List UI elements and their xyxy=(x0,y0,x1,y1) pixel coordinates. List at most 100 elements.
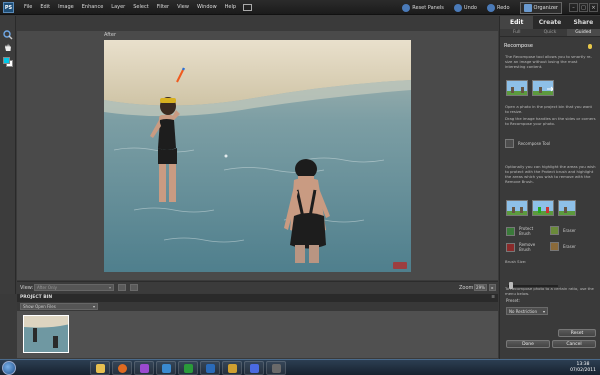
taskbar-explorer[interactable] xyxy=(90,361,110,375)
done-button[interactable]: Done xyxy=(506,340,550,348)
folder-icon xyxy=(96,364,105,373)
view-select[interactable]: After Only ▾ xyxy=(34,284,114,291)
menu-help[interactable]: Help xyxy=(221,0,240,15)
main-menu: File Edit Image Enhance Layer Select Fil… xyxy=(20,0,255,15)
brush-example-2 xyxy=(532,200,554,216)
protect-eraser-label: Eraser xyxy=(563,228,576,233)
brush-example-3 xyxy=(558,200,576,216)
project-bin-toolbar: Show Open Files ▾ xyxy=(17,302,498,311)
menu-enhance[interactable]: Enhance xyxy=(78,0,108,15)
photo-canvas[interactable] xyxy=(104,40,411,272)
photo-thumbnail[interactable] xyxy=(23,315,69,353)
bin-filter-select[interactable]: Show Open Files ▾ xyxy=(20,303,98,310)
ratio-text: To Recompose photo to a certain ratio, u… xyxy=(505,286,594,296)
example-before-image xyxy=(506,80,528,96)
start-button[interactable] xyxy=(2,361,16,375)
hand-tool-icon[interactable] xyxy=(3,42,13,52)
preset-select[interactable]: No Restriction ▾ xyxy=(506,307,548,315)
layout-grid-icon[interactable] xyxy=(243,4,253,11)
menu-file[interactable]: File xyxy=(20,0,36,15)
organizer-label: Organizer xyxy=(533,4,558,11)
menu-image[interactable]: Image xyxy=(54,0,78,15)
reset-panels-button[interactable]: Reset Panels xyxy=(402,3,444,12)
collapse-icon[interactable]: ≡ xyxy=(491,295,495,300)
menu-select[interactable]: Select xyxy=(129,0,152,15)
view-label: View: xyxy=(20,285,34,291)
app-icon xyxy=(140,364,149,373)
app-icon xyxy=(228,364,237,373)
zoom-tool-icon[interactable] xyxy=(3,30,13,40)
window-controls: – □ × xyxy=(568,3,598,12)
clock-date: 07/02/2011 xyxy=(570,368,596,373)
right-panel: Edit Create Share Full Quick Guided Reco… xyxy=(499,16,600,359)
step3-text: Optionally you can highlight the areas y… xyxy=(505,164,596,184)
app-logo: PS xyxy=(3,2,14,13)
subtab-quick[interactable]: Quick xyxy=(533,29,566,36)
tab-create[interactable]: Create xyxy=(533,16,566,29)
taskbar-app-3[interactable] xyxy=(134,361,154,375)
edit-subtabs: Full Quick Guided xyxy=(500,29,600,37)
brush-example-1 xyxy=(506,200,528,216)
remove-eraser-button[interactable]: Eraser xyxy=(550,242,576,251)
redo-label: Redo xyxy=(496,4,510,11)
zoom-stepper[interactable]: ▸ xyxy=(489,284,496,291)
firefox-icon xyxy=(118,364,127,373)
system-clock[interactable]: 13:38 07/02/2011 xyxy=(570,362,596,374)
remove-brush-button[interactable]: Remove Brush xyxy=(506,242,545,252)
intro-text: The Recompose tool allows you to smartly… xyxy=(505,54,592,69)
panel-tabs: Edit Create Share xyxy=(500,16,600,29)
menu-edit[interactable]: Edit xyxy=(36,0,54,15)
app-icon xyxy=(272,364,281,373)
lightbulb-icon[interactable] xyxy=(588,44,592,49)
recompose-tool-label: Recompose Tool xyxy=(518,141,551,146)
eraser-icon xyxy=(550,242,559,251)
toolbox xyxy=(0,16,16,294)
reset-button[interactable]: Reset xyxy=(558,329,596,337)
step1-text: Open a photo in the project bin that you… xyxy=(505,104,593,114)
undo-icon xyxy=(453,3,462,12)
subtab-guided[interactable]: Guided xyxy=(566,29,600,36)
maximize-icon[interactable]: □ xyxy=(579,3,588,12)
brush-example-1-art xyxy=(507,201,527,215)
taskbar-app-7[interactable] xyxy=(222,361,242,375)
chevron-down-icon: ▾ xyxy=(542,309,545,314)
taskbar-photoshop[interactable] xyxy=(200,361,220,375)
app-icon xyxy=(250,364,259,373)
menu-layer[interactable]: Layer xyxy=(107,0,129,15)
taskbar-app-8[interactable] xyxy=(244,361,264,375)
tab-edit[interactable]: Edit xyxy=(500,16,534,29)
foreground-color-swatch[interactable] xyxy=(3,57,10,64)
tab-share[interactable]: Share xyxy=(567,16,600,29)
close-icon[interactable]: × xyxy=(589,3,598,12)
image-handle[interactable] xyxy=(393,262,407,269)
protect-brush-button[interactable]: Protect Brush xyxy=(506,226,545,236)
photoshop-icon xyxy=(206,364,215,373)
rotate-left-button[interactable] xyxy=(118,284,126,291)
color-swatches[interactable] xyxy=(3,56,13,68)
app-icon xyxy=(184,364,193,373)
zoom-input[interactable]: 29% xyxy=(474,284,487,291)
recompose-tool-row[interactable]: Recompose Tool xyxy=(505,139,550,148)
redo-button[interactable]: Redo xyxy=(486,3,510,12)
project-bin-title: PROJECT BIN xyxy=(20,295,53,300)
preset-select-value: No Restriction xyxy=(509,309,538,314)
app-icon xyxy=(162,364,171,373)
panel-title: Recompose xyxy=(504,43,533,49)
taskbar-firefox[interactable] xyxy=(112,361,132,375)
beach-photo xyxy=(104,40,411,272)
taskbar-app-5[interactable] xyxy=(178,361,198,375)
subtab-full[interactable]: Full xyxy=(500,29,533,36)
chevron-down-icon: ▾ xyxy=(108,285,111,290)
menu-view[interactable]: View xyxy=(173,0,193,15)
menu-filter[interactable]: Filter xyxy=(153,0,173,15)
taskbar-app-4[interactable] xyxy=(156,361,176,375)
step2-text: Drag the image handles on the sides or c… xyxy=(505,116,596,126)
protect-eraser-button[interactable]: Eraser xyxy=(550,226,576,235)
undo-button[interactable]: Undo xyxy=(453,3,477,12)
menu-window[interactable]: Window xyxy=(193,0,221,15)
cancel-button[interactable]: Cancel xyxy=(552,340,596,348)
taskbar-app-9[interactable] xyxy=(266,361,286,375)
minimize-icon[interactable]: – xyxy=(569,3,578,12)
organizer-button[interactable]: Organizer xyxy=(519,1,562,14)
rotate-right-button[interactable] xyxy=(130,284,138,291)
